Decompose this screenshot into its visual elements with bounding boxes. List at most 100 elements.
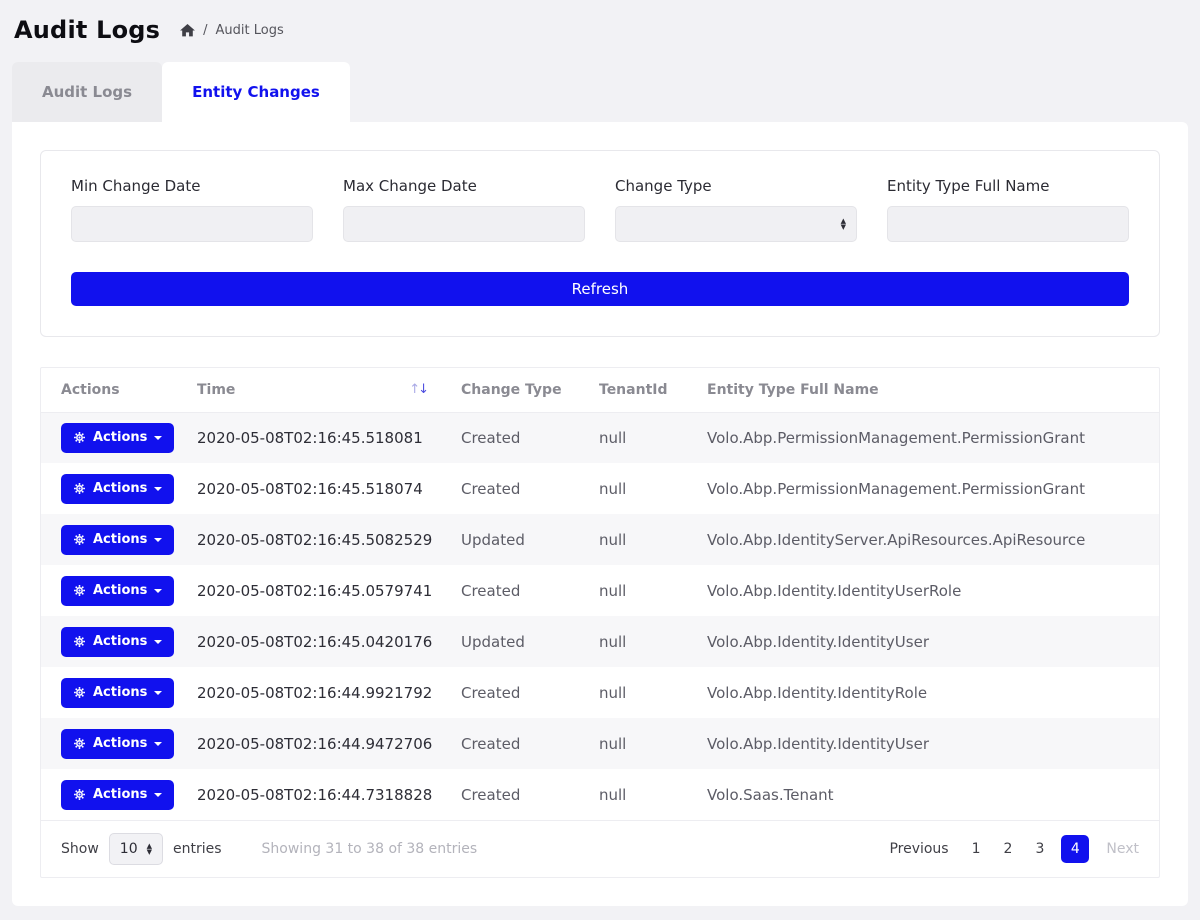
cell-actions: Actions bbox=[41, 463, 187, 514]
entity-type-label: Entity Type Full Name bbox=[887, 177, 1129, 195]
cell-tenantid: null bbox=[589, 514, 697, 565]
breadcrumb: / Audit Logs bbox=[180, 23, 284, 38]
caret-down-icon bbox=[154, 436, 162, 440]
pagination-previous[interactable]: Previous bbox=[889, 841, 948, 857]
row-actions-button[interactable]: Actions bbox=[61, 627, 174, 657]
cell-actions: Actions bbox=[41, 769, 187, 820]
caret-down-icon bbox=[154, 640, 162, 644]
cell-actions: Actions bbox=[41, 514, 187, 565]
sort-down-icon: ↓ bbox=[418, 382, 427, 397]
cell-time: 2020-05-08T02:16:45.518081 bbox=[187, 412, 451, 463]
breadcrumb-separator: / bbox=[203, 23, 207, 38]
sort-icon[interactable]: ↑↓ bbox=[409, 382, 427, 397]
tab-content: Min Change Date Max Change Date Change T… bbox=[12, 122, 1188, 906]
caret-down-icon bbox=[154, 589, 162, 593]
actions-button-label: Actions bbox=[93, 736, 147, 751]
gear-icon bbox=[73, 584, 86, 597]
home-icon[interactable] bbox=[180, 24, 195, 37]
filter-field-max-change-date: Max Change Date bbox=[343, 177, 585, 242]
page: Audit Logs / Audit Logs Audit Logs Entit… bbox=[0, 0, 1200, 906]
cell-time: 2020-05-08T02:16:45.5082529 bbox=[187, 514, 451, 565]
table-body: Actions 2020-05-08T02:16:45.518081 Creat… bbox=[41, 412, 1159, 820]
gear-icon bbox=[73, 686, 86, 699]
filter-grid: Min Change Date Max Change Date Change T… bbox=[71, 177, 1129, 242]
min-change-date-label: Min Change Date bbox=[71, 177, 313, 195]
cell-entity-type: Volo.Abp.PermissionManagement.Permission… bbox=[697, 412, 1159, 463]
row-actions-button[interactable]: Actions bbox=[61, 729, 174, 759]
tab-entity-changes[interactable]: Entity Changes bbox=[162, 62, 350, 122]
cell-tenantid: null bbox=[589, 565, 697, 616]
table-row: Actions 2020-05-08T02:16:45.0420176 Upda… bbox=[41, 616, 1159, 667]
refresh-button[interactable]: Refresh bbox=[71, 272, 1129, 306]
change-type-label: Change Type bbox=[615, 177, 857, 195]
cell-change-type: Created bbox=[451, 412, 589, 463]
select-arrows-icon: ▲ ▼ bbox=[147, 843, 152, 855]
caret-down-icon bbox=[154, 742, 162, 746]
page-size-select[interactable]: 10 ▲ ▼ bbox=[109, 833, 163, 865]
actions-button-label: Actions bbox=[93, 430, 147, 445]
filter-field-change-type: Change Type ▲ ▼ bbox=[615, 177, 857, 242]
row-actions-button[interactable]: Actions bbox=[61, 474, 174, 504]
actions-button-label: Actions bbox=[93, 532, 147, 547]
show-label: Show bbox=[61, 841, 99, 857]
actions-button-label: Actions bbox=[93, 481, 147, 496]
pagination-next[interactable]: Next bbox=[1106, 841, 1139, 857]
tab-bar: Audit Logs Entity Changes bbox=[12, 62, 1188, 122]
pagination: Previous 1 2 3 4 Next bbox=[889, 835, 1139, 863]
row-actions-button[interactable]: Actions bbox=[61, 678, 174, 708]
gear-icon bbox=[73, 533, 86, 546]
page-size-group: Show 10 ▲ ▼ entries bbox=[61, 833, 222, 865]
min-change-date-input[interactable] bbox=[71, 206, 313, 242]
cell-entity-type: Volo.Abp.Identity.IdentityRole bbox=[697, 667, 1159, 718]
cell-change-type: Updated bbox=[451, 616, 589, 667]
time-column-label: Time bbox=[197, 382, 235, 398]
cell-tenantid: null bbox=[589, 718, 697, 769]
change-type-select[interactable]: ▲ ▼ bbox=[615, 206, 857, 242]
column-header-time[interactable]: Time ↑↓ bbox=[187, 368, 451, 412]
column-header-tenantid[interactable]: TenantId bbox=[589, 368, 697, 412]
table-row: Actions 2020-05-08T02:16:45.518074 Creat… bbox=[41, 463, 1159, 514]
breadcrumb-current: Audit Logs bbox=[216, 23, 284, 38]
table-row: Actions 2020-05-08T02:16:45.0579741 Crea… bbox=[41, 565, 1159, 616]
cell-change-type: Created bbox=[451, 463, 589, 514]
caret-down-icon bbox=[154, 538, 162, 542]
row-actions-button[interactable]: Actions bbox=[61, 576, 174, 606]
table-head: Actions Time ↑↓ Change Type TenantId Ent bbox=[41, 368, 1159, 412]
filter-field-entity-type: Entity Type Full Name bbox=[887, 177, 1129, 242]
actions-button-label: Actions bbox=[93, 634, 147, 649]
pagination-page-3[interactable]: 3 bbox=[1029, 838, 1050, 860]
row-actions-button[interactable]: Actions bbox=[61, 423, 174, 453]
cell-actions: Actions bbox=[41, 412, 187, 463]
entity-changes-table: Actions Time ↑↓ Change Type TenantId Ent bbox=[40, 367, 1160, 878]
table-footer: Show 10 ▲ ▼ entries Showing 31 to 38 of … bbox=[41, 820, 1159, 877]
row-actions-button[interactable]: Actions bbox=[61, 780, 174, 810]
entity-type-input[interactable] bbox=[887, 206, 1129, 242]
caret-down-icon bbox=[154, 487, 162, 491]
page-header: Audit Logs / Audit Logs bbox=[0, 0, 1200, 56]
gear-icon bbox=[73, 482, 86, 495]
max-change-date-input[interactable] bbox=[343, 206, 585, 242]
column-header-change-type[interactable]: Change Type bbox=[451, 368, 589, 412]
cell-tenantid: null bbox=[589, 412, 697, 463]
row-actions-button[interactable]: Actions bbox=[61, 525, 174, 555]
pagination-page-1[interactable]: 1 bbox=[966, 838, 987, 860]
select-down-icon: ▼ bbox=[147, 849, 152, 855]
cell-tenantid: null bbox=[589, 769, 697, 820]
pagination-page-4-active[interactable]: 4 bbox=[1061, 835, 1089, 863]
filter-panel: Min Change Date Max Change Date Change T… bbox=[40, 150, 1160, 337]
cell-actions: Actions bbox=[41, 667, 187, 718]
page-title: Audit Logs bbox=[14, 16, 160, 44]
filter-field-min-change-date: Min Change Date bbox=[71, 177, 313, 242]
gear-icon bbox=[73, 788, 86, 801]
cell-tenantid: null bbox=[589, 616, 697, 667]
pagination-page-2[interactable]: 2 bbox=[998, 838, 1019, 860]
tab-audit-logs[interactable]: Audit Logs bbox=[12, 62, 162, 122]
cell-entity-type: Volo.Abp.Identity.IdentityUser bbox=[697, 616, 1159, 667]
data-table: Actions Time ↑↓ Change Type TenantId Ent bbox=[41, 368, 1159, 820]
cell-entity-type: Volo.Saas.Tenant bbox=[697, 769, 1159, 820]
max-change-date-label: Max Change Date bbox=[343, 177, 585, 195]
select-down-icon: ▼ bbox=[841, 224, 846, 230]
cell-entity-type: Volo.Abp.Identity.IdentityUser bbox=[697, 718, 1159, 769]
cell-entity-type: Volo.Abp.PermissionManagement.Permission… bbox=[697, 463, 1159, 514]
column-header-entity-type[interactable]: Entity Type Full Name bbox=[697, 368, 1159, 412]
